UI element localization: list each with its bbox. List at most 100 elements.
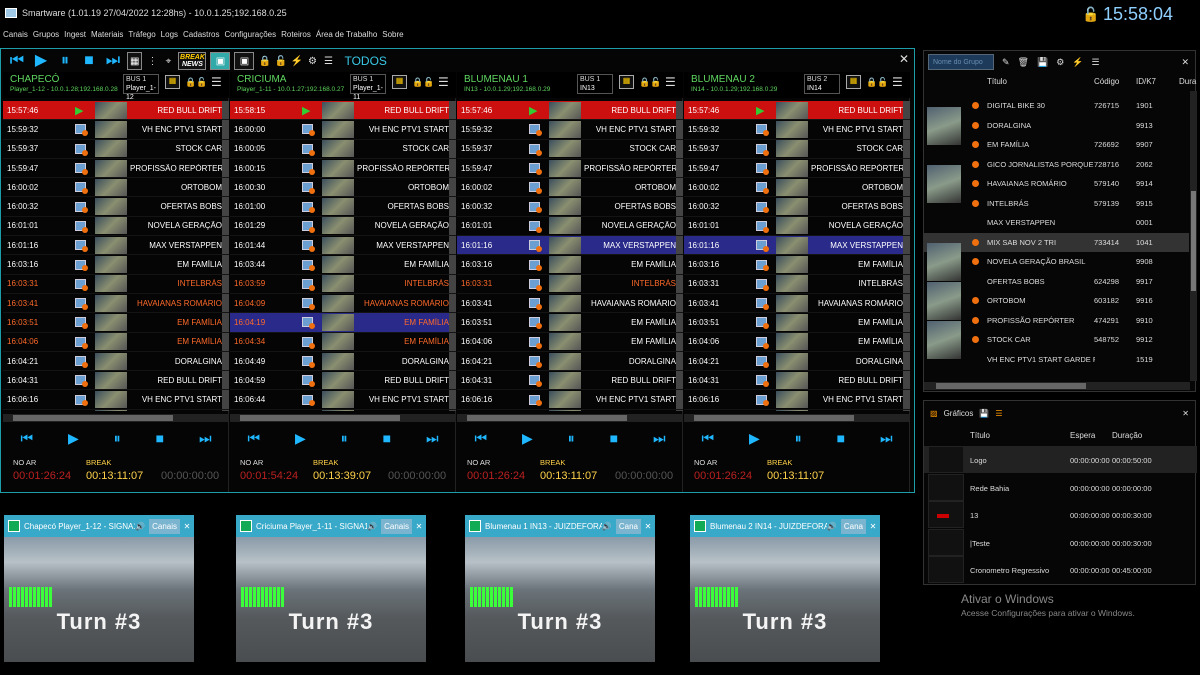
close-icon[interactable]: ✕	[1181, 57, 1189, 68]
scrollbar-segment[interactable]	[222, 120, 229, 139]
lock-icon[interactable]: 🔓	[1082, 6, 1099, 23]
scrollbar-segment[interactable]	[222, 293, 229, 313]
traffic-light-icon[interactable]: ⋮	[146, 56, 158, 67]
grid-icon[interactable]: ▦	[846, 75, 861, 89]
playlist-row[interactable]: 15:59:37 STOCK CAR	[457, 139, 683, 159]
scrollbar-segment[interactable]	[903, 274, 910, 293]
channel-name[interactable]: CHAPECÓ	[10, 74, 59, 85]
playlist-row[interactable]: 16:01:00 OFERTAS BOBS	[230, 197, 456, 217]
canais-button[interactable]: Cana	[615, 518, 641, 534]
playlist-row[interactable]: 15:59:32 VH ENC PTV1 START	[684, 120, 910, 140]
playlist-row[interactable]: 16:04:31 RED BULL DRIFT	[684, 371, 910, 391]
media-row[interactable]: DIGITAL BIKE 30 726715 1901	[924, 96, 1189, 116]
playlist-row[interactable]: 16:06:16 VH ENC PTV1 START	[3, 390, 229, 410]
scrollbar-segment[interactable]	[903, 120, 910, 139]
scrollbar-segment[interactable]	[676, 255, 683, 274]
menu-cadastros[interactable]: Cadastros	[183, 30, 219, 39]
scrollbar-segment[interactable]	[222, 274, 229, 293]
media-row[interactable]: MIX SAB NOV 2 TRI 733414 1041	[924, 232, 1189, 252]
antenna-icon[interactable]: ⚡	[1072, 57, 1083, 68]
skip-start-icon[interactable]: ⏮	[474, 430, 487, 447]
close-icon[interactable]: ✕	[412, 522, 426, 531]
scrollbar-segment[interactable]	[903, 351, 910, 371]
media-row[interactable]: EM FAMÍLIA 726692 9907	[924, 135, 1189, 155]
scrollbar-segment[interactable]	[903, 197, 910, 216]
playlist-row[interactable]: 15:59:47 PROFISSÃO REPÓRTER	[684, 158, 910, 179]
playlist-row[interactable]: 16:06:16 VH ENC PTV1 START	[684, 390, 910, 410]
playlist-row[interactable]: 16:04:06 EM FAMÍLIA	[457, 332, 683, 352]
scrollbar-segment[interactable]	[449, 139, 456, 158]
close-icon[interactable]: ✕	[180, 522, 194, 531]
menu-canais[interactable]: Canais	[3, 30, 28, 39]
media-row[interactable]: ORTOBOM 603182 9916	[924, 291, 1189, 311]
close-icon[interactable]: ✕	[641, 522, 655, 531]
playlist-row[interactable]: 16:03:41 HAVAIANAS ROMÁRIO	[684, 293, 910, 314]
playlist-row[interactable]: 16:06:44 VH ENC PTV1 START	[230, 390, 456, 410]
media-row[interactable]: MAX VERSTAPPEN 0001	[924, 213, 1189, 233]
group-name-input[interactable]: Nome do Grupo	[928, 54, 994, 70]
grafico-row[interactable]: Rede Bahia 00:00:00:00 00:00:00:00	[924, 473, 1197, 501]
channel-name[interactable]: CRICIUMA	[237, 74, 286, 85]
menu-icon[interactable]: ☰	[438, 75, 449, 89]
header-espera[interactable]: Espera	[1070, 431, 1095, 440]
close-icon[interactable]: ✕	[899, 52, 909, 66]
trash-icon[interactable]: 🗑	[1018, 57, 1029, 68]
media-row[interactable]: VH ENC PTV1 START GARDE F 1519	[924, 350, 1189, 370]
playlist-row[interactable]: 16:03:16 EM FAMÍLIA	[3, 255, 229, 275]
scrollbar-segment[interactable]	[903, 390, 910, 409]
play-icon[interactable]: ▶	[522, 430, 533, 447]
play-icon[interactable]: ▶	[749, 430, 760, 447]
speaker-icon[interactable]: 🔊	[135, 522, 145, 531]
horizontal-scrollbar[interactable]	[457, 414, 683, 422]
speaker-icon[interactable]: 🔊	[827, 522, 837, 531]
playlist-row[interactable]: 15:58:15 ▶ RED BULL DRIFT	[230, 101, 456, 121]
unlock-icon[interactable]: 🔓	[423, 77, 434, 88]
scrollbar-segment[interactable]	[222, 236, 229, 255]
playlist-row[interactable]: 16:03:16 EM FAMÍLIA	[684, 255, 910, 275]
scrollbar-segment[interactable]	[449, 351, 456, 371]
menu-icon[interactable]: ☰	[995, 409, 1002, 418]
scrollbar-segment[interactable]	[903, 139, 910, 158]
scrollbar-segment[interactable]	[449, 178, 456, 197]
menu-configuracoes[interactable]: Configurações	[225, 30, 277, 39]
playlist-row[interactable]: 16:00:05 STOCK CAR	[230, 139, 456, 159]
playlist-row[interactable]: 16:03:44 EM FAMÍLIA	[230, 255, 456, 275]
pause-icon[interactable]: ⏸	[568, 430, 575, 447]
channel-name[interactable]: BLUMENAU 1	[464, 74, 528, 85]
bus-selector[interactable]: BUS 2 IN14	[804, 74, 840, 94]
scrollbar-segment[interactable]	[222, 351, 229, 371]
horizontal-scrollbar[interactable]	[3, 414, 229, 422]
playlist-row[interactable]: 16:01:29 NOVELA GERAÇÃO	[230, 216, 456, 237]
playlist-row[interactable]: 16:00:02 ORTOBOM	[684, 178, 910, 198]
playlist-row[interactable]: 16:01:01 NOVELA GERAÇÃO	[457, 216, 683, 237]
header-dura[interactable]: Dura	[1179, 77, 1196, 86]
bus-selector[interactable]: BUS 1 Player_1-11	[350, 74, 386, 101]
scrollbar-segment[interactable]	[676, 120, 683, 139]
target-icon[interactable]: ⌖	[162, 56, 174, 67]
scrollbar-segment[interactable]	[676, 293, 683, 313]
settings-icon[interactable]: ⚙	[306, 56, 318, 67]
playlist-row[interactable]: 16:04:06 EM FAMÍLIA	[684, 332, 910, 352]
playlist-row[interactable]: 16:06:50STOCK CAR	[230, 409, 456, 411]
monitor-alt-icon[interactable]: ▣	[234, 52, 255, 70]
playlist-row[interactable]: 15:57:46 ▶ RED BULL DRIFT	[457, 101, 683, 121]
grafico-row[interactable]: Cronometro Regressivo 00:00:00:00 00:45:00…	[924, 556, 1197, 583]
bus-selector[interactable]: BUS 1 Player_1-12	[123, 74, 159, 101]
scrollbar-segment[interactable]	[903, 216, 910, 236]
scrollbar-segment[interactable]	[222, 178, 229, 197]
playlist-row[interactable]: 16:01:16 MAX VERSTAPPEN	[3, 236, 229, 256]
scrollbar-segment[interactable]	[449, 313, 456, 332]
skip-next-icon[interactable]: ⏭	[653, 430, 666, 447]
lock-icon[interactable]: 🔒	[866, 77, 877, 88]
save-icon[interactable]: 💾	[979, 409, 989, 418]
canais-button[interactable]: Canais	[149, 518, 180, 534]
media-row[interactable]: STOCK CAR 548752 9912	[924, 330, 1189, 350]
unlock-icon[interactable]: 🔓	[196, 77, 207, 88]
playlist-row[interactable]: 15:57:46 ▶ RED BULL DRIFT	[684, 101, 910, 121]
grid-icon[interactable]: ▦	[165, 75, 180, 89]
media-row[interactable]: DORALGINA 9913	[924, 116, 1189, 136]
edit-icon[interactable]: ✎	[1002, 57, 1010, 68]
playlist-row[interactable]: 16:01:16 MAX VERSTAPPEN	[684, 236, 910, 256]
scrollbar-segment[interactable]	[222, 390, 229, 409]
menu-logs[interactable]: Logs	[161, 30, 178, 39]
